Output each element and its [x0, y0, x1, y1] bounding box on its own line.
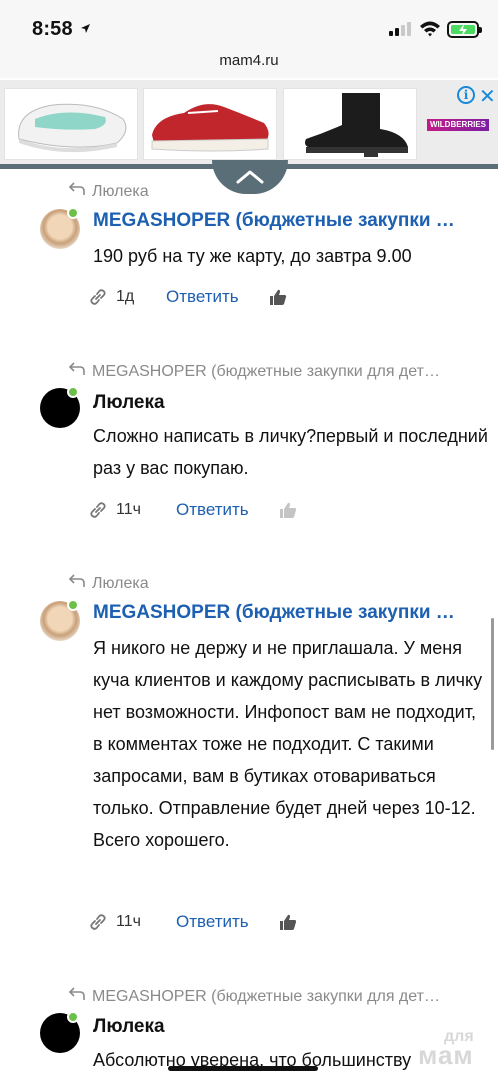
ad-info-icon[interactable]: i — [457, 86, 475, 104]
comment-actions: 1д Ответить — [88, 285, 287, 309]
home-indicator[interactable] — [168, 1066, 318, 1071]
permalink-icon[interactable] — [88, 500, 108, 520]
wifi-icon — [420, 21, 440, 37]
site-watermark: для мам — [418, 1028, 474, 1070]
comment-actions: 11ч Ответить — [88, 498, 297, 522]
ad-product-slipper[interactable] — [4, 88, 138, 160]
comment-time: 1д — [116, 288, 135, 305]
ad-close-icon[interactable]: ✕ — [479, 84, 496, 109]
clock: 8:58 — [32, 18, 73, 40]
reply-to-name: Люлека — [92, 183, 149, 200]
ad-product-sneaker[interactable] — [143, 88, 277, 160]
like-icon[interactable] — [279, 501, 297, 519]
online-status-dot — [67, 599, 79, 611]
ad-banner[interactable] — [0, 80, 498, 166]
boot-image — [305, 93, 408, 157]
comment-author[interactable]: Люлека — [93, 1016, 473, 1038]
reply-arrow-icon — [68, 362, 85, 375]
online-status-dot — [67, 1011, 79, 1023]
reply-to-line[interactable]: MEGASHOPER (бюджетные закупки для дет… — [68, 362, 483, 381]
battery-icon — [447, 21, 482, 38]
reply-button[interactable]: Ответить — [176, 500, 249, 520]
like-icon[interactable] — [269, 288, 287, 306]
like-icon[interactable] — [279, 913, 297, 931]
reply-arrow-icon — [68, 987, 85, 1000]
comment-time: 11ч — [116, 913, 141, 930]
reply-to-line[interactable]: Люлека — [68, 182, 368, 201]
scrollbar[interactable] — [491, 618, 494, 750]
location-arrow-icon — [81, 24, 90, 33]
cellular-signal-icon — [389, 22, 411, 36]
comment-author[interactable]: MEGASHOPER (бюджетные закупки … — [93, 602, 473, 624]
online-status-dot — [67, 207, 79, 219]
reply-to-name: MEGASHOPER (бюджетные закупки для дет… — [92, 363, 440, 380]
sneaker-image — [151, 104, 269, 152]
reply-to-name: Люлека — [92, 575, 149, 592]
comment-actions: 11ч Ответить — [88, 910, 297, 934]
comment-text: 190 руб на ту же карту, до завтра 9.00 — [93, 246, 412, 266]
comment-author[interactable]: Люлека — [93, 392, 473, 414]
online-status-dot — [67, 386, 79, 398]
slipper-image — [18, 103, 127, 153]
reply-arrow-icon — [68, 182, 85, 195]
reply-to-line[interactable]: MEGASHOPER (бюджетные закупки для дет… — [68, 987, 483, 1006]
status-bar: 8:58 — [0, 0, 498, 56]
ad-product-boot[interactable] — [283, 88, 417, 160]
reply-arrow-icon — [68, 574, 85, 587]
reply-to-line[interactable]: Люлека — [68, 574, 368, 593]
reply-button[interactable]: Ответить — [176, 912, 249, 932]
address-bar[interactable]: mam4.ru — [0, 50, 498, 78]
permalink-icon[interactable] — [88, 287, 108, 307]
comment-text: Я никого не держу и не приглашала. У мен… — [93, 638, 483, 850]
url-text: mam4.ru — [219, 52, 279, 69]
comment-author[interactable]: MEGASHOPER (бюджетные закупки … — [93, 210, 473, 232]
comment-text: Сложно написать в личку?первый и последн… — [93, 426, 488, 478]
reply-button[interactable]: Ответить — [166, 287, 239, 307]
wildberries-logo[interactable]: WILDBERRIES — [427, 119, 489, 131]
reply-to-name: MEGASHOPER (бюджетные закупки для дет… — [92, 988, 440, 1005]
comment-time: 11ч — [116, 501, 141, 518]
permalink-icon[interactable] — [88, 912, 108, 932]
